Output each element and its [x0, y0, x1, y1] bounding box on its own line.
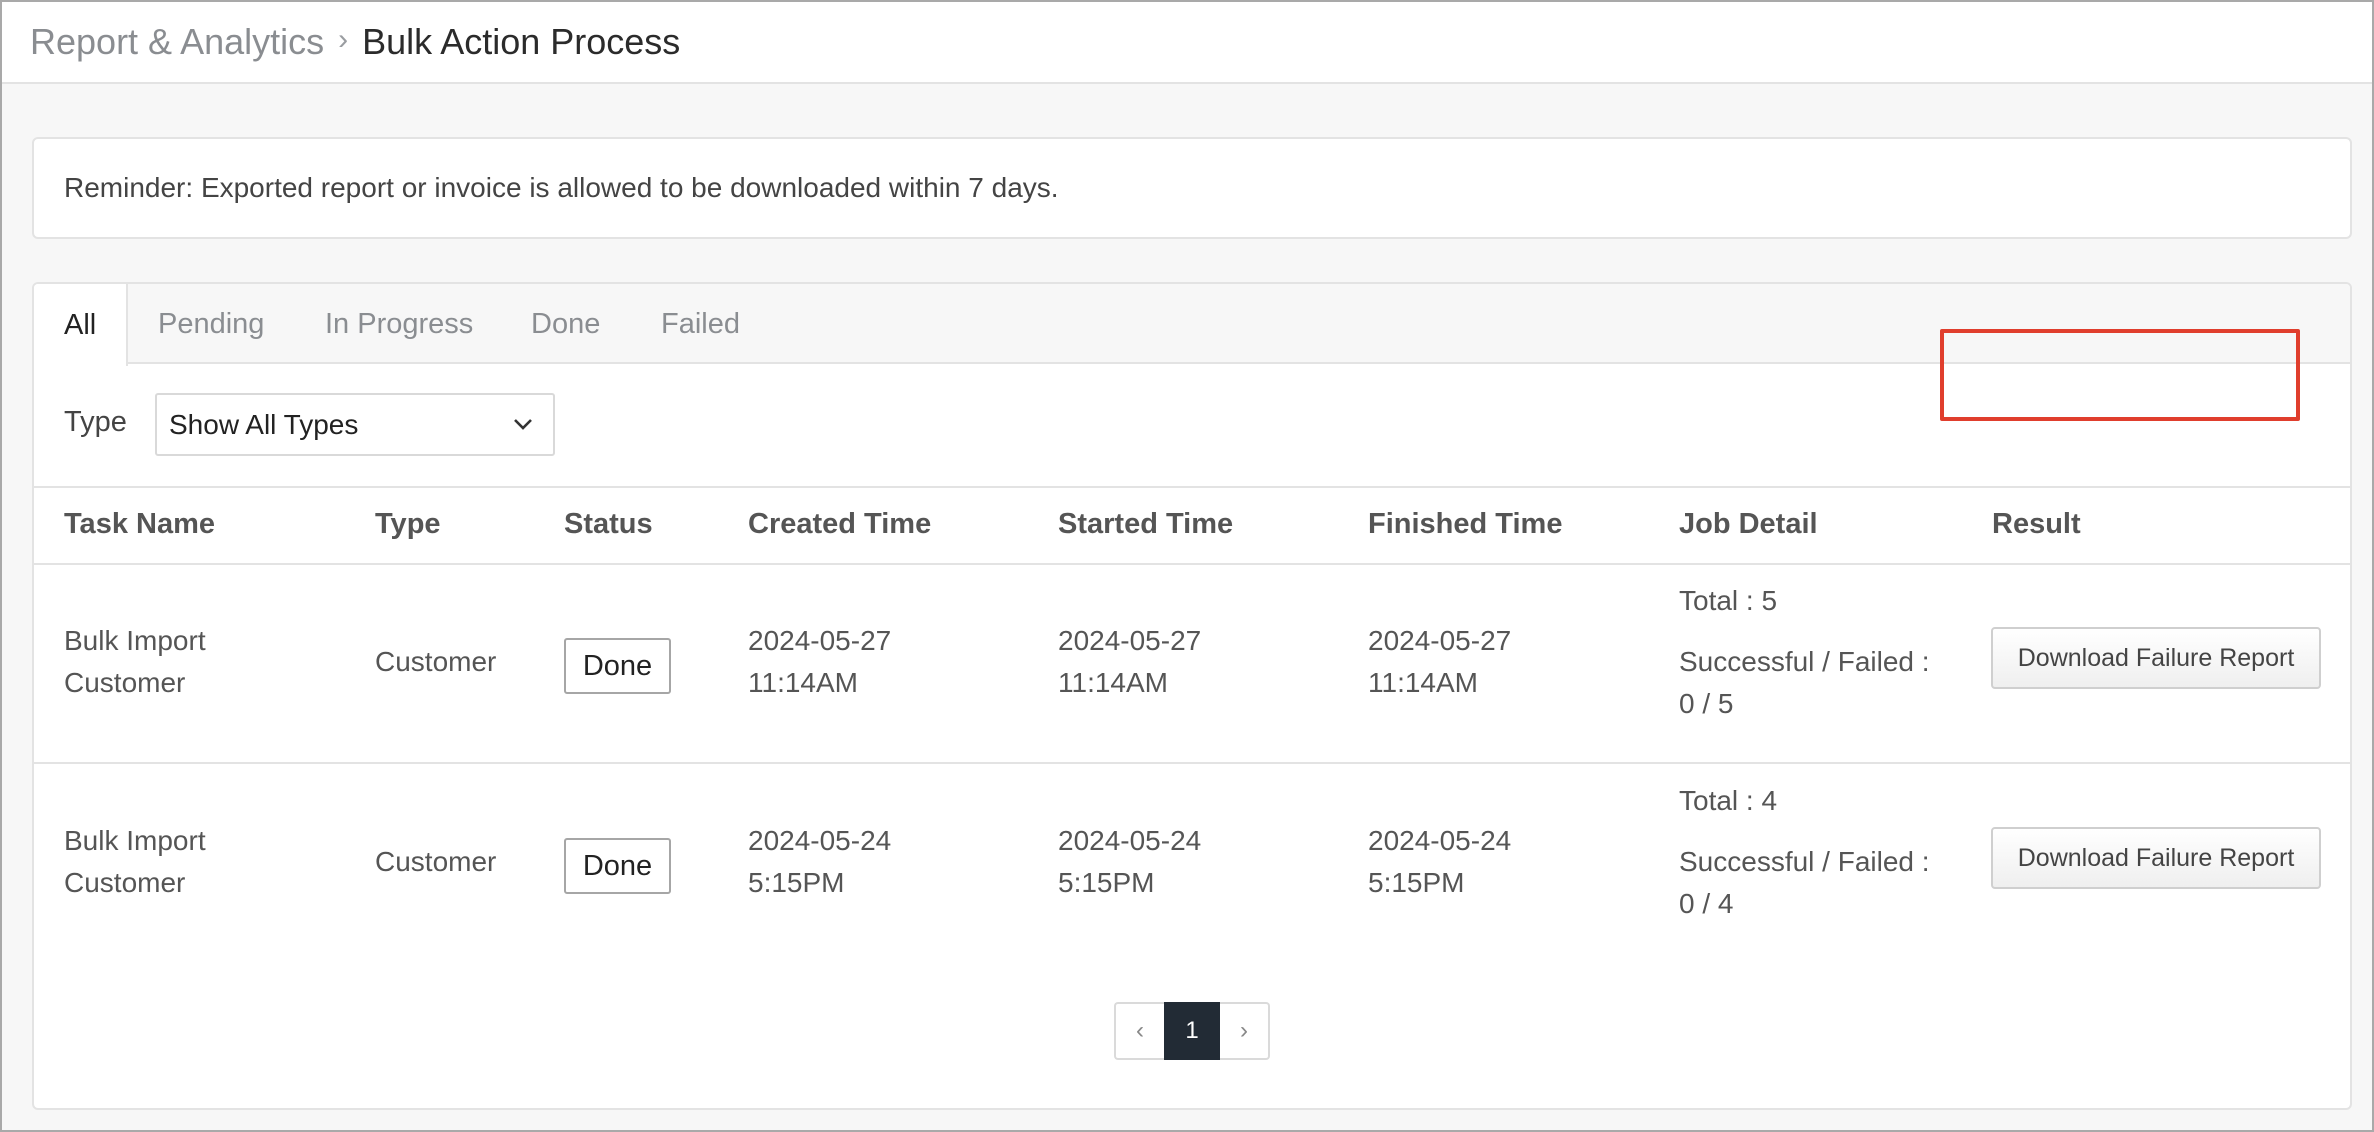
job-success-failed-value: 0 / 5 — [1679, 688, 1734, 719]
finished-time: 11:14AM — [1368, 667, 1478, 698]
finished-date: 2024-05-24 — [1368, 825, 1512, 856]
tab-label: Done — [531, 307, 601, 340]
task-name-line: Customer — [64, 867, 186, 898]
finished-time-cell: 2024-05-27 11:14AM — [1368, 620, 1511, 704]
column-header-finished-time: Finished Time — [1368, 508, 1563, 540]
breadcrumb-separator-icon: › — [338, 23, 349, 56]
pagination-next-button[interactable]: › — [1220, 1002, 1270, 1060]
started-time-cell: 2024-05-24 5:15PM — [1058, 820, 1201, 904]
tab-pending[interactable]: Pending — [158, 284, 264, 364]
column-header-started-time: Started Time — [1058, 508, 1234, 540]
divider — [34, 486, 2350, 488]
divider — [34, 762, 2350, 764]
created-time: 11:14AM — [748, 667, 858, 698]
type-filter-label: Type — [64, 406, 127, 438]
job-total: Total : 5 — [1679, 585, 1778, 616]
type-cell: Customer — [375, 646, 497, 677]
chevron-left-icon: ‹ — [1136, 1017, 1144, 1044]
task-name-cell: Bulk Import Customer — [64, 620, 206, 704]
tab-label: Pending — [158, 307, 265, 340]
status-badge[interactable]: Done — [564, 638, 671, 694]
type-filter-select[interactable]: Show All Types — [155, 393, 555, 456]
finished-date: 2024-05-27 — [1368, 625, 1512, 656]
task-name-line: Bulk Import — [64, 625, 206, 656]
created-time-cell: 2024-05-24 5:15PM — [748, 820, 891, 904]
started-date: 2024-05-27 — [1058, 625, 1202, 656]
divider — [34, 563, 2350, 565]
tab-label: Failed — [661, 307, 740, 340]
column-header-created-time: Created Time — [748, 508, 932, 540]
task-name-line: Customer — [64, 667, 186, 698]
started-time: 5:15PM — [1058, 867, 1155, 898]
column-header-task-name: Task Name — [64, 508, 215, 540]
column-header-status: Status — [564, 508, 653, 540]
download-failure-report-button[interactable]: Download Failure Report — [1991, 627, 2321, 689]
status-label: Done — [582, 849, 653, 882]
created-time-cell: 2024-05-27 11:14AM — [748, 620, 891, 704]
pagination-page-1[interactable]: 1 — [1164, 1002, 1220, 1060]
created-date: 2024-05-27 — [748, 625, 892, 656]
tab-failed[interactable]: Failed — [661, 284, 740, 364]
created-time: 5:15PM — [748, 867, 845, 898]
app-window: Report & Analytics › Bulk Action Process… — [0, 0, 2374, 1132]
header-bar: Report & Analytics › Bulk Action Process — [2, 2, 2372, 84]
reminder-banner: Reminder: Exported report or invoice is … — [32, 137, 2352, 239]
pagination-prev-button[interactable]: ‹ — [1114, 1002, 1164, 1060]
bulk-action-panel: All Pending In Progress Done Failed Type… — [32, 282, 2352, 1110]
button-label: Download Failure Report — [2017, 843, 2295, 872]
tab-label: In Progress — [325, 307, 474, 340]
finished-time-cell: 2024-05-24 5:15PM — [1368, 820, 1511, 904]
tab-done[interactable]: Done — [531, 284, 600, 364]
finished-time: 5:15PM — [1368, 867, 1465, 898]
job-detail-cell: Total : 4 Successful / Failed : 0 / 4 — [1679, 780, 1930, 925]
job-total: Total : 4 — [1679, 785, 1778, 816]
tab-in-progress[interactable]: In Progress — [325, 284, 473, 364]
tab-all[interactable]: All — [34, 284, 129, 366]
download-failure-report-button[interactable]: Download Failure Report — [1991, 827, 2321, 889]
button-label: Download Failure Report — [2017, 643, 2295, 672]
chevron-down-icon — [514, 419, 532, 430]
started-time-cell: 2024-05-27 11:14AM — [1058, 620, 1201, 704]
created-date: 2024-05-24 — [748, 825, 892, 856]
job-detail-cell: Total : 5 Successful / Failed : 0 / 5 — [1679, 580, 1930, 725]
chevron-right-icon: › — [1240, 1017, 1248, 1044]
job-success-failed-label: Successful / Failed : — [1679, 646, 1930, 677]
column-header-job-detail: Job Detail — [1679, 508, 1818, 540]
breadcrumb-parent[interactable]: Report & Analytics — [30, 21, 324, 63]
column-header-result: Result — [1992, 508, 2081, 540]
job-success-failed-label: Successful / Failed : — [1679, 846, 1930, 877]
task-name-cell: Bulk Import Customer — [64, 820, 206, 904]
reminder-text: Reminder: Exported report or invoice is … — [64, 172, 1059, 203]
started-date: 2024-05-24 — [1058, 825, 1202, 856]
status-label: Done — [582, 649, 653, 682]
type-cell: Customer — [375, 846, 497, 877]
page-title: Bulk Action Process — [362, 21, 681, 62]
type-filter-value: Show All Types — [169, 408, 359, 440]
page-number: 1 — [1185, 1017, 1199, 1044]
task-name-line: Bulk Import — [64, 825, 206, 856]
job-success-failed-value: 0 / 4 — [1679, 888, 1734, 919]
status-badge[interactable]: Done — [564, 838, 671, 894]
column-header-type: Type — [375, 508, 441, 540]
pagination: ‹ 1 › — [1114, 1002, 1270, 1060]
status-tabs: All Pending In Progress Done Failed — [34, 284, 2350, 366]
started-time: 11:14AM — [1058, 667, 1168, 698]
tab-label: All — [64, 308, 97, 341]
